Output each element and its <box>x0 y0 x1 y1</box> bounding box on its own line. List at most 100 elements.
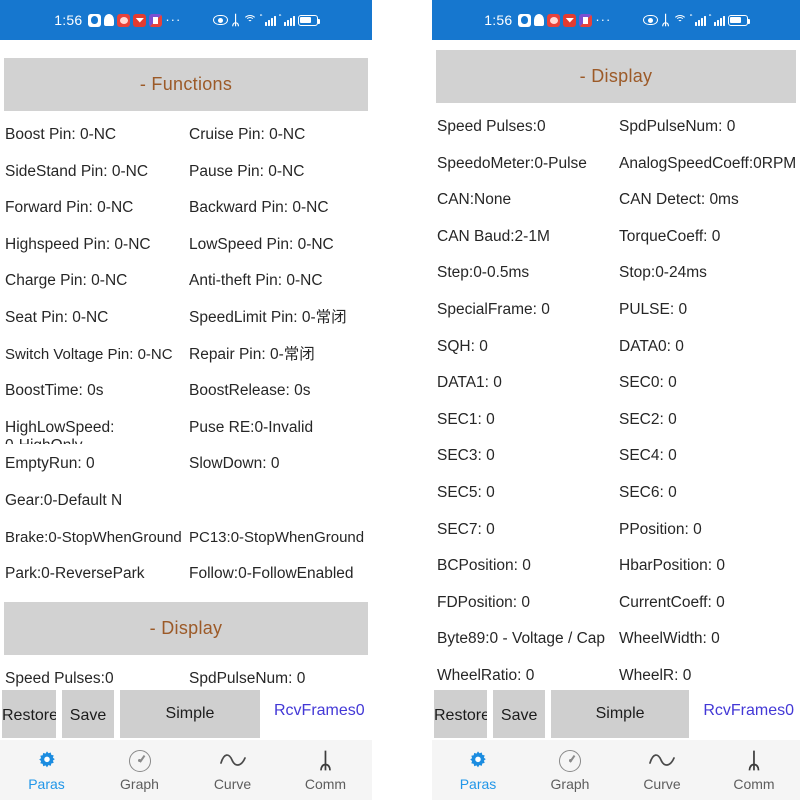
param-cell-highlowspeed[interactable]: HighLowSpeed: 0-HighOnly <box>2 410 186 444</box>
tab-paras[interactable]: Paras <box>432 749 524 792</box>
param-cell[interactable]: BoostTime: 0s <box>2 373 186 410</box>
param-cell[interactable]: Highspeed Pin: 0-NC <box>2 227 186 264</box>
right-scroll-content[interactable]: - Display Speed Pulses:0 SpdPulseNum: 0 S… <box>432 40 800 688</box>
param-cell[interactable]: AnalogSpeedCoeff:0RPM <box>616 146 798 183</box>
param-cell[interactable]: TorqueCoeff: 0 <box>616 219 798 256</box>
param-cell[interactable]: Step:0-0.5ms <box>434 255 616 292</box>
param-cell[interactable]: PULSE: 0 <box>616 292 798 329</box>
param-row: Highspeed Pin: 0-NC LowSpeed Pin: 0-NC <box>0 227 372 264</box>
bluetooth-icon: ᛦ <box>747 747 761 773</box>
param-cell[interactable]: SpeedoMeter:0-Pulse <box>434 146 616 183</box>
tab-label: Curve <box>213 775 252 792</box>
param-cell[interactable]: SpecialFrame: 0 <box>434 292 616 329</box>
left-scroll-content[interactable]: Boost Pin: 0-NC Cruise Pin: 0-NC - Funct… <box>0 40 372 688</box>
tab-bar-left: Paras Graph Curve ᛦ Comm <box>0 740 372 800</box>
tab-graph[interactable]: Graph <box>524 749 616 792</box>
tab-paras[interactable]: Paras <box>0 749 93 792</box>
param-cell[interactable]: CurrentCoeff: 0 <box>616 585 798 622</box>
param-cell[interactable]: SEC1: 0 <box>434 402 616 439</box>
tab-label: Paras <box>459 775 497 792</box>
param-cell[interactable]: BoostRelease: 0s <box>186 373 370 410</box>
param-cell[interactable]: DATA1: 0 <box>434 365 616 402</box>
simple-button[interactable]: Simple <box>120 690 260 738</box>
param-cell[interactable]: WheelWidth: 0 <box>616 621 798 658</box>
tab-curve[interactable]: Curve <box>616 749 708 792</box>
param-cell[interactable]: SEC4: 0 <box>616 438 798 475</box>
tab-graph[interactable]: Graph <box>93 749 186 792</box>
param-cell[interactable]: Follow:0-FollowEnabled <box>186 556 370 593</box>
param-cell[interactable]: Backward Pin: 0-NC <box>186 190 370 227</box>
param-cell[interactable]: SlowDown: 0 <box>186 446 370 483</box>
param-cell[interactable]: Speed Pulses:0 <box>2 661 186 688</box>
param-cell[interactable]: Pause Pin: 0-NC <box>186 154 370 191</box>
tab-bar-right: Paras Graph Curve ᛦ Comm <box>432 740 800 800</box>
param-cell[interactable]: CAN:None <box>434 182 616 219</box>
tab-label: Comm <box>733 775 775 792</box>
rcv-frames-label[interactable]: RcvFrames0 <box>695 690 794 720</box>
param-cell[interactable]: SEC6: 0 <box>616 475 798 512</box>
wifi-icon <box>242 14 257 26</box>
eye-icon <box>213 15 229 25</box>
param-cell[interactable]: SEC5: 0 <box>434 475 616 512</box>
clipped-top-col2: Cruise Pin: 0-NC <box>186 40 299 43</box>
param-cell[interactable]: CAN Detect: 0ms <box>616 182 798 219</box>
purple-app-icon <box>579 13 593 27</box>
param-cell[interactable]: WheelR: 0 <box>616 658 798 688</box>
param-cell[interactable]: Gear:0-Default N <box>2 483 186 520</box>
param-row: CAN Baud:2-1M TorqueCoeff: 0 <box>432 219 800 256</box>
param-cell[interactable]: Cruise Pin: 0-NC <box>186 117 370 154</box>
simple-button[interactable]: Simple <box>550 690 690 738</box>
param-row: DATA1: 0 SEC0: 0 <box>432 365 800 402</box>
param-cell[interactable]: Stop:0-24ms <box>616 255 798 292</box>
param-cell[interactable]: WheelRatio: 0 <box>434 658 616 688</box>
param-cell[interactable]: Charge Pin: 0-NC <box>2 263 186 300</box>
param-cell[interactable]: DATA0: 0 <box>616 329 798 366</box>
param-cell[interactable]: Byte89:0 - Voltage / Cap <box>434 621 616 658</box>
save-button[interactable]: Save <box>62 690 114 738</box>
restore-button[interactable]: Restore <box>434 690 488 738</box>
param-cell[interactable]: HbarPosition: 0 <box>616 548 798 585</box>
tab-comm[interactable]: ᛦ Comm <box>708 749 800 792</box>
tab-comm[interactable]: ᛦ Comm <box>279 749 372 792</box>
param-cell[interactable]: BCPosition: 0 <box>434 548 616 585</box>
bluetooth-icon: ᛦ <box>661 12 670 28</box>
param-row: Forward Pin: 0-NC Backward Pin: 0-NC <box>0 190 372 227</box>
param-cell[interactable]: Switch Voltage Pin: 0-NC <box>2 337 186 373</box>
param-cell[interactable]: Seat Pin: 0-NC <box>2 300 186 337</box>
param-row: SEC3: 0 SEC4: 0 <box>432 438 800 475</box>
param-cell[interactable]: Park:0-ReversePark <box>2 556 186 593</box>
rcv-frames-label[interactable]: RcvFrames0 <box>266 690 365 720</box>
param-cell[interactable]: Anti-theft Pin: 0-NC <box>186 263 370 300</box>
right-screenshot-panel: 1:56 ··· ᛦ “ “ - Display Speed Pulses:0 … <box>432 0 800 800</box>
param-cell[interactable]: SpdPulseNum: 0 <box>616 109 798 146</box>
param-cell[interactable]: Repair Pin: 0-常闭 <box>186 337 370 374</box>
param-row: EmptyRun: 0 SlowDown: 0 <box>0 446 372 483</box>
param-cell[interactable]: SEC3: 0 <box>434 438 616 475</box>
param-cell[interactable]: PPosition: 0 <box>616 512 798 549</box>
param-cell[interactable]: EmptyRun: 0 <box>2 446 186 483</box>
tab-curve[interactable]: Curve <box>186 749 279 792</box>
screenshot-stage: 1:56 ··· ᛦ “ “ Boost Pin <box>0 0 800 800</box>
param-cell[interactable]: FDPosition: 0 <box>434 585 616 622</box>
param-cell[interactable]: Speed Pulses:0 <box>434 109 616 146</box>
param-row: Speed Pulses:0 SpdPulseNum: 0 <box>432 109 800 146</box>
param-cell[interactable]: SideStand Pin: 0-NC <box>2 154 186 191</box>
param-row: WheelRatio: 0 WheelR: 0 <box>432 658 800 688</box>
param-cell[interactable]: Puse RE:0-Invalid <box>186 410 370 447</box>
param-cell[interactable]: SpeedLimit Pin: 0-常闭 <box>186 300 370 337</box>
param-row: CAN:None CAN Detect: 0ms <box>432 182 800 219</box>
param-cell[interactable]: Boost Pin: 0-NC <box>2 117 186 154</box>
param-cell[interactable]: SQH: 0 <box>434 329 616 366</box>
param-cell[interactable]: CAN Baud:2-1M <box>434 219 616 256</box>
param-cell[interactable]: Brake:0-StopWhenGround <box>2 520 186 556</box>
param-cell[interactable]: PC13:0-StopWhenGround <box>186 520 370 556</box>
param-cell <box>186 483 370 501</box>
save-button[interactable]: Save <box>493 690 545 738</box>
restore-button[interactable]: Restore <box>2 690 56 738</box>
param-cell[interactable]: SEC0: 0 <box>616 365 798 402</box>
param-cell[interactable]: LowSpeed Pin: 0-NC <box>186 227 370 264</box>
param-cell[interactable]: Forward Pin: 0-NC <box>2 190 186 227</box>
param-cell[interactable]: SEC7: 0 <box>434 512 616 549</box>
param-cell[interactable]: SpdPulseNum: 0 <box>186 661 370 688</box>
param-cell[interactable]: SEC2: 0 <box>616 402 798 439</box>
